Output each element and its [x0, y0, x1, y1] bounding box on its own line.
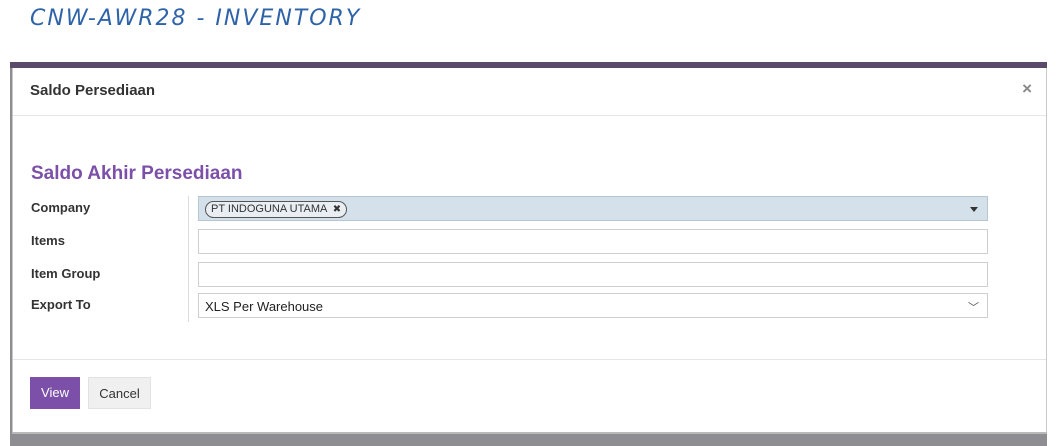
company-label: Company: [31, 200, 91, 215]
export-to-select[interactable]: XLS Per Warehouse ﹀: [198, 293, 988, 318]
items-input[interactable]: [198, 229, 988, 254]
remove-tag-icon[interactable]: ✖: [333, 204, 341, 215]
modal-header: Saldo Persediaan ×: [13, 68, 1046, 116]
modal-title: Saldo Persediaan: [30, 82, 156, 99]
item-group-row: Item Group: [13, 262, 1046, 290]
section-title: Saldo Akhir Persediaan: [31, 163, 243, 184]
saldo-persediaan-dialog: Saldo Persediaan × Saldo Akhir Persediaa…: [12, 68, 1047, 432]
cancel-button[interactable]: Cancel: [88, 377, 151, 409]
item-group-input[interactable]: [198, 262, 988, 287]
chevron-down-icon: ﹀: [968, 302, 979, 314]
backdrop-bottom: [12, 432, 1047, 434]
view-button[interactable]: View: [30, 377, 80, 409]
company-tag: PT INDOGUNA UTAMA ✖: [205, 201, 348, 218]
close-icon[interactable]: ×: [1022, 79, 1032, 99]
export-to-label: Export To: [31, 297, 91, 312]
export-to-row: Export To XLS Per Warehouse ﹀: [13, 293, 1046, 321]
company-tag-label: PT INDOGUNA UTAMA: [211, 203, 327, 215]
company-row: Company PT INDOGUNA UTAMA ✖: [13, 196, 1046, 224]
export-to-value: XLS Per Warehouse: [205, 299, 324, 314]
caret-down-icon[interactable]: [970, 207, 978, 212]
item-group-label: Item Group: [31, 266, 101, 281]
items-label: Items: [31, 233, 65, 248]
items-row: Items: [13, 229, 1046, 257]
company-field[interactable]: PT INDOGUNA UTAMA ✖: [198, 196, 988, 221]
modal-footer: View Cancel: [13, 359, 1046, 433]
page-heading: CNW-AWR28 - INVENTORY: [30, 6, 362, 31]
